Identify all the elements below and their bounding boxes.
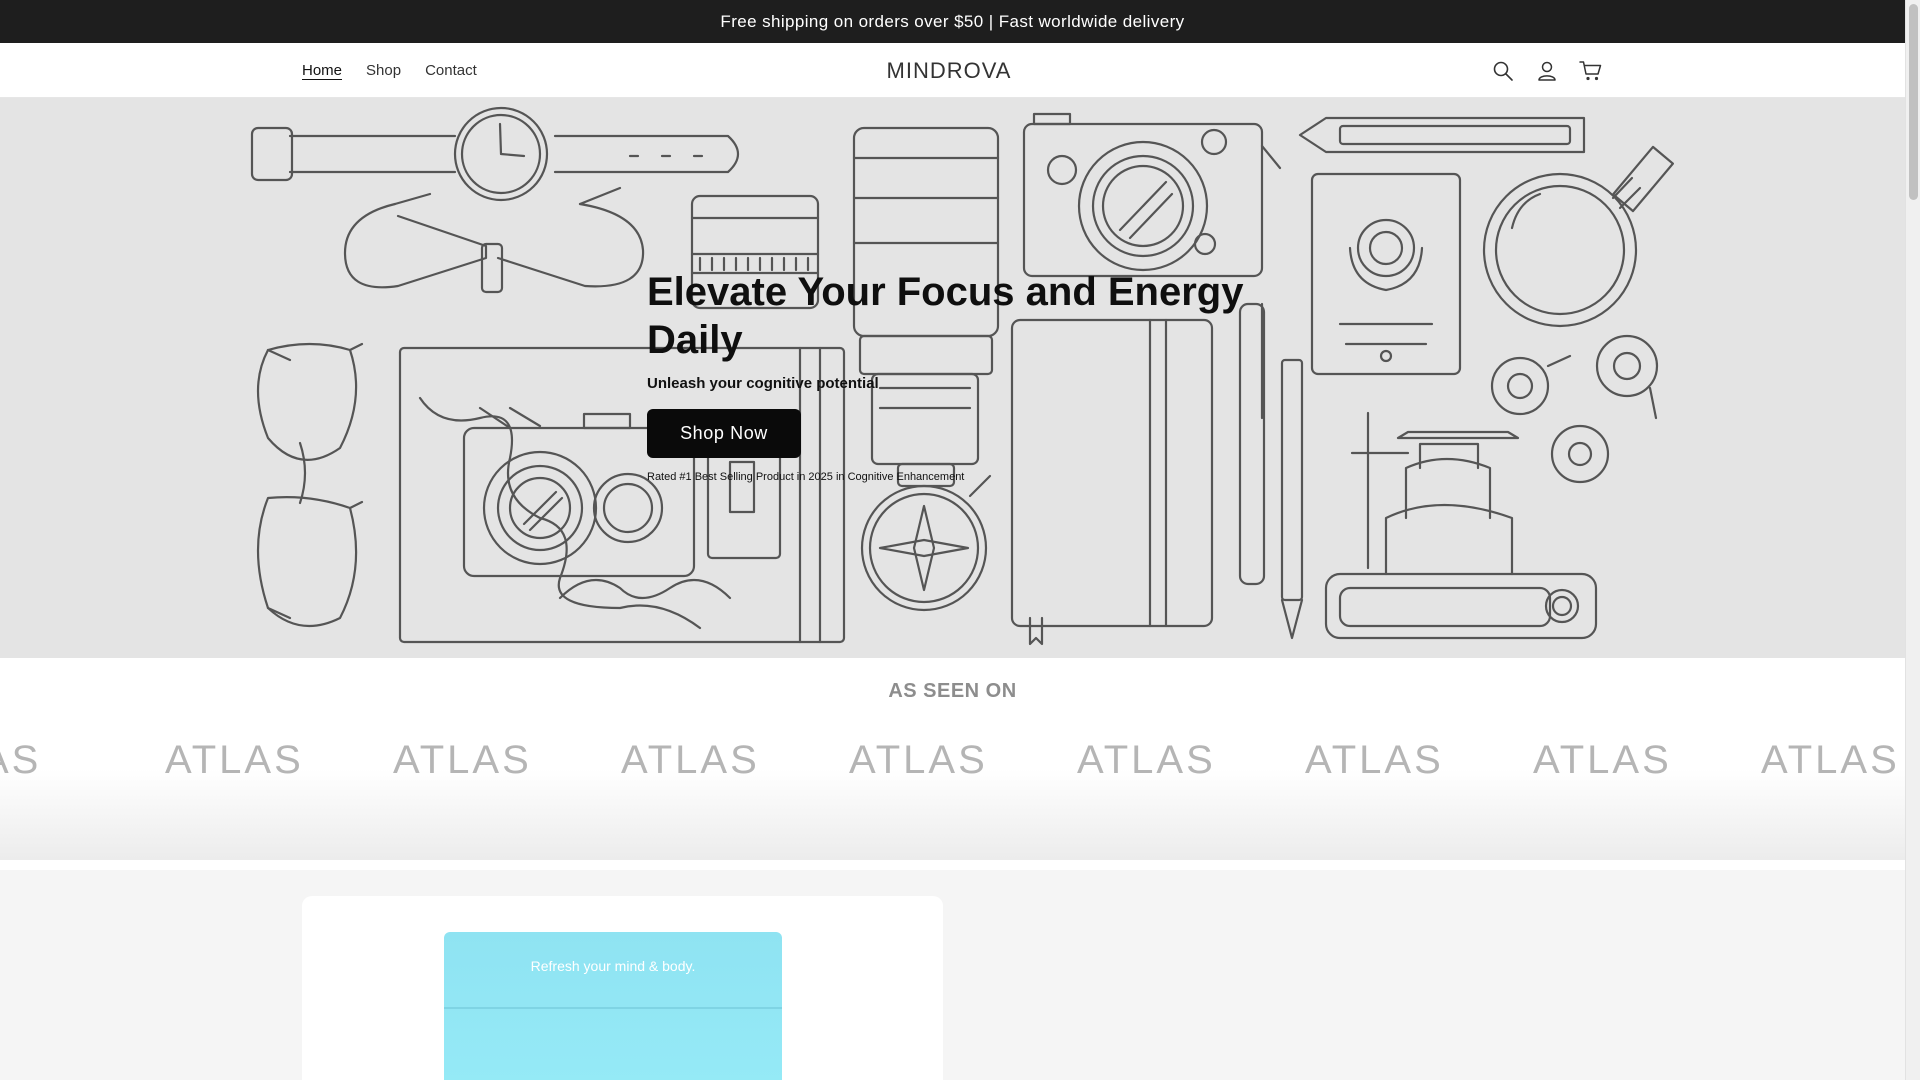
passport-illustration (1310, 172, 1462, 376)
scrollbar-thumb[interactable] (1909, 4, 1918, 200)
compass-illustration (860, 474, 992, 612)
press-logo: ATLAS (165, 738, 304, 782)
shop-now-button[interactable]: Shop Now (647, 409, 801, 458)
account-icon[interactable] (1534, 58, 1560, 84)
tape-illustration (1490, 334, 1659, 484)
product-card[interactable]: Refresh your mind & body. (302, 896, 943, 1080)
bowtie-illustration (343, 186, 645, 294)
hero-title: Elevate Your Focus and Energy Daily (647, 270, 1244, 362)
nav-home[interactable]: Home (302, 62, 342, 79)
logo-container: MINDROVA (0, 43, 1898, 98)
press-logo: ATLAS (621, 738, 760, 782)
announcement-text: Free shipping on orders over $50 | Fast … (720, 11, 1185, 31)
press-logo: ATLAS (1077, 738, 1216, 782)
press-logo: ATLAS (849, 738, 988, 782)
main-nav: Home Shop Contact (302, 43, 477, 98)
site-header: Home Shop Contact MINDROVA (0, 43, 1905, 98)
hero-banner: Elevate Your Focus and Energy Daily Unle… (0, 98, 1905, 658)
hero-content: Elevate Your Focus and Energy Daily Unle… (647, 268, 1267, 483)
camera-illustration (1022, 112, 1282, 278)
header-icons (1490, 43, 1604, 98)
page-scrollbar[interactable] (1905, 0, 1920, 1080)
product-pouch-image[interactable]: Refresh your mind & body. (444, 932, 782, 1080)
announcement-bar: Free shipping on orders over $50 | Fast … (0, 0, 1905, 43)
watch-illustration (250, 106, 740, 202)
search-icon[interactable] (1490, 58, 1516, 84)
as-seen-on-title: AS SEEN ON (888, 680, 1017, 702)
pencil-illustration (1298, 116, 1586, 154)
pouch-tagline: Refresh your mind & body. (530, 958, 696, 974)
magnifier-illustration (1482, 145, 1674, 328)
press-logo: AS (0, 738, 42, 782)
hero-subtitle: Unleash your cognitive potential (647, 375, 879, 392)
pouch-seal (444, 1007, 782, 1009)
press-logo-marquee: AS ATLAS ATLAS ATLAS ATLAS ATLAS ATLAS A… (0, 738, 1905, 798)
sunglasses-illustration (256, 342, 364, 628)
vintage-camera-illustration (1324, 411, 1598, 640)
nav-contact[interactable]: Contact (425, 62, 477, 79)
site-logo[interactable]: MINDROVA (887, 58, 1012, 84)
nav-shop[interactable]: Shop (366, 62, 401, 79)
press-logo: ATLAS (1761, 738, 1900, 782)
press-logo: ATLAS (393, 738, 532, 782)
press-logo: ATLAS (1305, 738, 1444, 782)
as-seen-on-section: AS SEEN ON AS ATLAS ATLAS ATLAS ATLAS AT… (0, 658, 1905, 860)
hero-rated-text: Rated #1 Best Selling Product in 2025 in… (647, 471, 965, 483)
page: Free shipping on orders over $50 | Fast … (0, 0, 1920, 1080)
cart-icon[interactable] (1578, 58, 1604, 84)
press-logo: ATLAS (1533, 738, 1672, 782)
product-section: Refresh your mind & body. (0, 870, 1905, 1080)
